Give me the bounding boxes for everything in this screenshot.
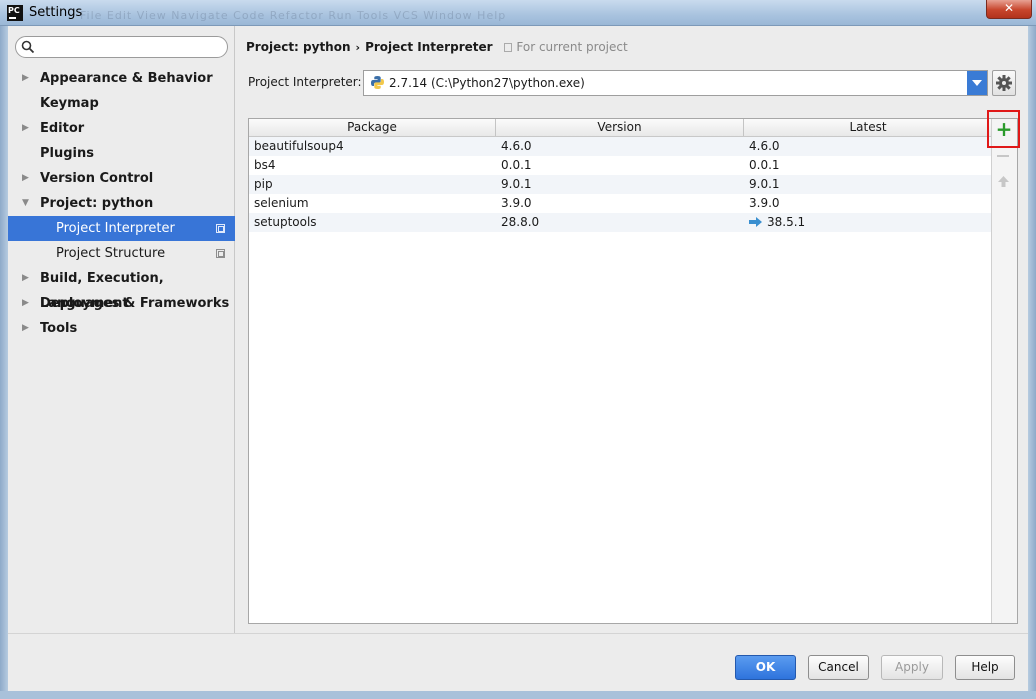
project-scope-icon: [216, 224, 225, 233]
settings-sidebar: ▶ Appearance & Behavior Keymap ▶ Editor Plugi…: [8, 26, 235, 633]
pycharm-logo-icon: PC: [7, 5, 23, 21]
gear-icon: [996, 75, 1012, 91]
chevron-right-icon[interactable]: ▶: [22, 266, 29, 291]
scope-note-text: For current project: [516, 40, 628, 54]
python-icon: [371, 76, 384, 89]
chevron-right-icon[interactable]: ▶: [22, 316, 29, 341]
table-row[interactable]: setuptools 28.8.0 38.5.1: [249, 213, 992, 232]
cell-package: beautifulsoup4: [254, 139, 344, 153]
cell-latest: 38.5.1: [749, 213, 805, 232]
sidebar-item-build-execution-deployment[interactable]: ▶ Build, Execution, Deployment: [8, 266, 235, 311]
table-row[interactable]: pip 9.0.1 9.0.1: [249, 175, 992, 194]
sidebar-item-label: Keymap: [40, 96, 99, 111]
window-title: Settings: [29, 5, 83, 20]
sidebar-item-editor[interactable]: ▶ Editor: [8, 116, 235, 141]
scope-note: For current project: [504, 40, 628, 54]
interpreter-dropdown[interactable]: 2.7.14 (C:\Python27\python.exe): [363, 70, 988, 96]
sidebar-item-label: Project Interpreter: [56, 221, 175, 236]
sidebar-item-label: Editor: [40, 121, 85, 136]
project-scope-icon: [216, 249, 225, 258]
sidebar-item-tools[interactable]: ▶ Tools: [8, 316, 235, 341]
cell-latest: 9.0.1: [749, 177, 780, 191]
packages-table-body: beautifulsoup4 4.6.0 4.6.0 bs4 0.0.1 0.0.1 pip…: [249, 137, 992, 232]
sidebar-item-plugins[interactable]: Plugins: [8, 141, 235, 166]
sidebar-item-label: Project: python: [40, 196, 154, 211]
background-menu-ghost: File Edit View Navigate Code Refactor Ru…: [80, 9, 507, 22]
cell-package: bs4: [254, 158, 276, 172]
chevron-right-icon[interactable]: ▶: [22, 66, 29, 91]
cell-latest: 3.9.0: [749, 196, 780, 210]
cell-version: 0.0.1: [501, 158, 532, 172]
title-bar: PC Settings File Edit View Navigate Code…: [0, 0, 1036, 26]
cell-version: 3.9.0: [501, 196, 532, 210]
window-frame-right: [1028, 26, 1036, 699]
breadcrumb-separator: ›: [355, 41, 361, 54]
add-package-highlight: +: [987, 110, 1020, 148]
packages-table-header: Package Version Latest: [249, 119, 992, 137]
copy-icon: [504, 43, 513, 52]
settings-dialog: ▶ Appearance & Behavior Keymap ▶ Editor Plugi…: [8, 26, 1028, 691]
chevron-right-icon[interactable]: ▶: [22, 166, 29, 191]
chevron-right-icon[interactable]: ▶: [22, 291, 29, 316]
search-icon: [21, 40, 35, 54]
sidebar-item-label: Appearance & Behavior: [40, 71, 213, 86]
add-package-button[interactable]: +: [995, 118, 1013, 140]
chevron-down-icon[interactable]: ▼: [22, 191, 29, 216]
upgrade-available-icon: [749, 217, 762, 227]
table-row[interactable]: beautifulsoup4 4.6.0 4.6.0: [249, 137, 992, 156]
cancel-button[interactable]: Cancel: [808, 655, 869, 680]
sidebar-item-version-control[interactable]: ▶ Version Control: [8, 166, 235, 191]
column-header-latest[interactable]: Latest: [744, 119, 992, 136]
sidebar-item-label: Languages & Frameworks: [40, 296, 230, 311]
sidebar-item-keymap[interactable]: Keymap: [8, 91, 235, 116]
sidebar-item-project-interpreter[interactable]: Project Interpreter: [8, 216, 235, 241]
settings-search-input[interactable]: [40, 39, 220, 55]
settings-search-box[interactable]: [15, 36, 228, 58]
breadcrumb-current: Project Interpreter: [365, 40, 493, 54]
cell-package: setuptools: [254, 215, 317, 229]
sidebar-item-appearance-behavior[interactable]: ▶ Appearance & Behavior: [8, 66, 235, 91]
chevron-right-icon[interactable]: ▶: [22, 116, 29, 141]
cell-latest: 0.0.1: [749, 158, 780, 172]
sidebar-item-project-python[interactable]: ▼ Project: python: [8, 191, 235, 216]
remove-package-button[interactable]: [997, 155, 1009, 157]
cell-version: 4.6.0: [501, 139, 532, 153]
close-window-button[interactable]: ✕: [986, 0, 1032, 19]
chevron-down-icon[interactable]: [967, 71, 987, 95]
breadcrumb-parent: Project: python: [246, 40, 351, 54]
interpreter-value: 2.7.14 (C:\Python27\python.exe): [389, 76, 585, 90]
window-frame-bottom: [0, 691, 1036, 699]
apply-button[interactable]: Apply: [881, 655, 943, 680]
settings-tree: ▶ Appearance & Behavior Keymap ▶ Editor Plugi…: [8, 66, 235, 341]
cell-latest-text: 38.5.1: [767, 215, 806, 229]
table-row[interactable]: bs4 0.0.1 0.0.1: [249, 156, 992, 175]
column-header-package[interactable]: Package: [249, 119, 496, 136]
packages-toolbar: [991, 119, 1017, 623]
interpreter-settings-button[interactable]: [992, 70, 1016, 96]
cell-package: selenium: [254, 196, 309, 210]
help-button[interactable]: Help: [955, 655, 1015, 680]
sidebar-item-label: Plugins: [40, 146, 94, 161]
dialog-footer: OK Cancel Apply Help: [8, 633, 1028, 691]
upgrade-package-button[interactable]: [997, 175, 1010, 188]
cell-package: pip: [254, 177, 273, 191]
sidebar-item-label: Tools: [40, 321, 78, 336]
sidebar-item-project-structure[interactable]: Project Structure: [8, 241, 235, 266]
cell-version: 9.0.1: [501, 177, 532, 191]
sidebar-item-label: Version Control: [40, 171, 154, 186]
cell-version: 28.8.0: [501, 215, 540, 229]
table-row[interactable]: selenium 3.9.0 3.9.0: [249, 194, 992, 213]
sidebar-item-languages-frameworks[interactable]: ▶ Languages & Frameworks: [8, 291, 235, 316]
cell-latest: 4.6.0: [749, 139, 780, 153]
packages-table: Package Version Latest beautifulsoup4 4.6…: [248, 110, 1020, 624]
sidebar-item-label: Project Structure: [56, 246, 166, 261]
interpreter-label: Project Interpreter:: [248, 75, 362, 89]
ok-button[interactable]: OK: [735, 655, 796, 680]
column-header-version[interactable]: Version: [496, 119, 744, 136]
window-frame-left: [0, 26, 8, 699]
breadcrumb: Project: python › Project Interpreter For …: [246, 40, 628, 54]
